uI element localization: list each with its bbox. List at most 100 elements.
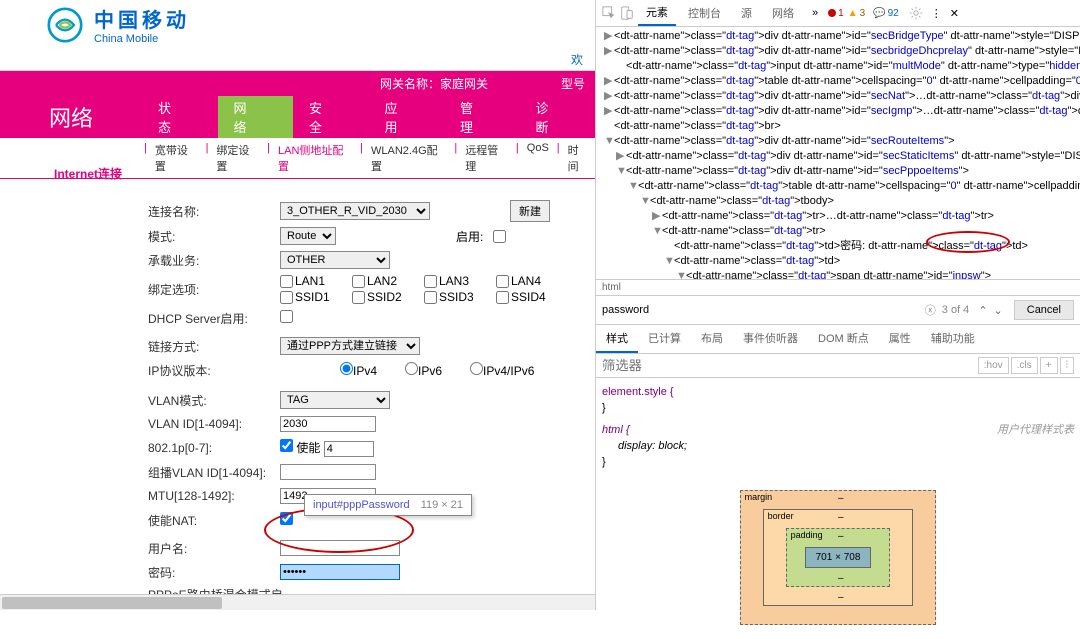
gateway-label: 网关名称： (380, 77, 440, 91)
message-badge[interactable]: 💬92 (873, 8, 899, 19)
lan4-checkbox[interactable] (496, 275, 509, 288)
subnav-broadband[interactable]: 宽带设置 (149, 138, 204, 178)
ipv4-radio[interactable] (340, 362, 353, 375)
devtools-tab-elements[interactable]: 元素 (638, 0, 676, 26)
new-button[interactable]: 新建 (510, 200, 550, 222)
mode-select[interactable]: Route (280, 227, 336, 245)
styles-tab-layout[interactable]: 布局 (691, 325, 733, 353)
nat-checkbox[interactable] (280, 512, 293, 525)
vlan-mode-select[interactable]: TAG (280, 391, 390, 409)
styles-tab-properties[interactable]: 属性 (879, 325, 921, 353)
more-styles-icon[interactable]: ⫶ (1060, 357, 1075, 374)
devtools-panel: 元素 控制台 源 网络 » 1 ▲3 💬92 ⋮ ✕ ▶<dt-attr-nam… (596, 0, 1080, 610)
ipv6-radio[interactable] (405, 362, 418, 375)
search-result-count: 3 of 4 (942, 304, 970, 316)
bind-label: 绑定选项: (148, 281, 280, 298)
devtools-tab-sources[interactable]: 源 (733, 1, 760, 25)
vlan-id-label: VLAN ID[1-4094]: (148, 417, 280, 431)
vlan-id-input[interactable] (280, 416, 376, 432)
styles-tab-a11y[interactable]: 辅助功能 (921, 325, 985, 353)
ipv4v6-radio[interactable] (470, 362, 483, 375)
search-cancel-button[interactable]: Cancel (1014, 300, 1074, 320)
subnav-qos[interactable]: QoS (521, 138, 555, 178)
mcast-vlan-label: 组播VLAN ID[1-4094]: (148, 464, 280, 481)
main-nav: 网络 状 态 网 络 安 全 应 用 管 理 诊 断 (0, 96, 595, 138)
styles-filter-input[interactable] (602, 358, 976, 373)
styles-tab-computed[interactable]: 已计算 (638, 325, 691, 353)
box-model-diagram: margin – border – padding – 701 × 708 – … (596, 476, 1080, 639)
mtu-label: MTU[128-1492]: (148, 489, 280, 503)
settings-icon[interactable] (909, 6, 923, 20)
devtools-tab-console[interactable]: 控制台 (680, 1, 729, 25)
cls-button[interactable]: .cls (1011, 357, 1038, 374)
dom-breadcrumb[interactable]: html (596, 279, 1080, 296)
dhcp-checkbox[interactable] (280, 310, 293, 323)
lan3-checkbox[interactable] (424, 275, 437, 288)
username-label: 用户名: (148, 540, 280, 557)
8021p-input[interactable] (324, 441, 374, 457)
gateway-value: 家庭网关 (440, 77, 488, 91)
dom-tree[interactable]: ▶<dt-attr-name">class="dt-tag">div dt-at… (596, 27, 1080, 279)
password-input[interactable] (280, 564, 400, 580)
add-rule-button[interactable]: + (1040, 357, 1058, 374)
nav-tab-diagnosis[interactable]: 诊 断 (520, 96, 596, 138)
subnav-wlan[interactable]: WLAN2.4G配置 (365, 138, 452, 178)
styles-tab-breakpoints[interactable]: DOM 断点 (808, 325, 879, 353)
enable-checkbox[interactable] (493, 230, 506, 243)
dhcp-label: DHCP Server启用: (148, 310, 280, 327)
close-devtools-icon[interactable]: ✕ (950, 7, 959, 20)
conn-name-select[interactable]: 3_OTHER_R_VID_2030 (280, 202, 430, 220)
nav-title: 网络 (0, 96, 142, 138)
lan1-checkbox[interactable] (280, 275, 293, 288)
service-select[interactable]: OTHER (280, 251, 390, 269)
gateway-info-bar: 网关名称：家庭网关 型号 (0, 71, 595, 96)
devtools-header: 元素 控制台 源 网络 » 1 ▲3 💬92 ⋮ ✕ (596, 0, 1080, 27)
more-tabs-icon[interactable]: » (812, 7, 818, 19)
nav-tab-security[interactable]: 安 全 (293, 96, 369, 138)
kebab-menu-icon[interactable]: ⋮ (931, 7, 942, 20)
devtools-tab-network[interactable]: 网络 (764, 1, 802, 25)
8021p-enable-checkbox[interactable] (280, 439, 293, 452)
error-badge[interactable]: 1 (828, 8, 844, 19)
styles-tab-styles[interactable]: 样式 (596, 325, 638, 353)
warning-badge[interactable]: ▲3 (848, 8, 865, 19)
ip-label: IP协议版本: (148, 362, 280, 379)
css-rules-panel[interactable]: element.style { } 用户代理样式表html { display:… (596, 378, 1080, 476)
ssid2-checkbox[interactable] (352, 291, 365, 304)
device-toggle-icon[interactable] (620, 6, 634, 20)
nav-tab-status[interactable]: 状 态 (142, 96, 218, 138)
subnav-remote[interactable]: 远程管理 (459, 138, 514, 178)
horizontal-scrollbar[interactable] (0, 594, 595, 610)
styles-filter-row: :hov .cls + ⫶ (596, 354, 1080, 378)
hov-button[interactable]: :hov (978, 357, 1009, 374)
nat-label: 使能NAT: (148, 512, 280, 529)
lan2-checkbox[interactable] (352, 275, 365, 288)
dom-search-input[interactable] (602, 304, 925, 316)
ssid4-checkbox[interactable] (496, 291, 509, 304)
mcast-vlan-input[interactable] (280, 464, 376, 480)
username-input[interactable] (280, 540, 400, 556)
vlan-mode-label: VLAN模式: (148, 392, 280, 409)
inspect-icon[interactable] (602, 6, 616, 20)
password-label: 密码: (148, 564, 280, 581)
styles-tab-row: 样式 已计算 布局 事件侦听器 DOM 断点 属性 辅助功能 (596, 325, 1080, 354)
search-clear-icon[interactable]: ⓧ (925, 302, 936, 318)
router-admin-panel: 中国移动 China Mobile 欢 网关名称：家庭网关 型号 网络 状 态 … (0, 0, 596, 610)
ssid1-checkbox[interactable] (280, 291, 293, 304)
logo-area: 中国移动 China Mobile (0, 0, 595, 49)
nav-tab-network[interactable]: 网 络 (218, 96, 294, 138)
subnav-lan[interactable]: LAN侧地址配置 (272, 138, 358, 178)
link-select[interactable]: 通过PPP方式建立链接 (280, 337, 420, 355)
subnav-time[interactable]: 时间 (562, 138, 595, 178)
ssid3-checkbox[interactable] (424, 291, 437, 304)
nav-tab-application[interactable]: 应 用 (369, 96, 445, 138)
nav-tab-management[interactable]: 管 理 (444, 96, 520, 138)
model-label: 型号 (561, 75, 595, 92)
search-next-icon[interactable]: ⌄ (991, 304, 1006, 317)
subnav-binding[interactable]: 绑定设置 (210, 138, 265, 178)
box-model-content: 701 × 708 (805, 547, 872, 568)
dom-search-bar: ⓧ 3 of 4 ⌃ ⌄ Cancel (596, 296, 1080, 325)
styles-tab-listeners[interactable]: 事件侦听器 (733, 325, 808, 353)
search-prev-icon[interactable]: ⌃ (975, 304, 990, 317)
service-label: 承载业务: (148, 252, 280, 269)
